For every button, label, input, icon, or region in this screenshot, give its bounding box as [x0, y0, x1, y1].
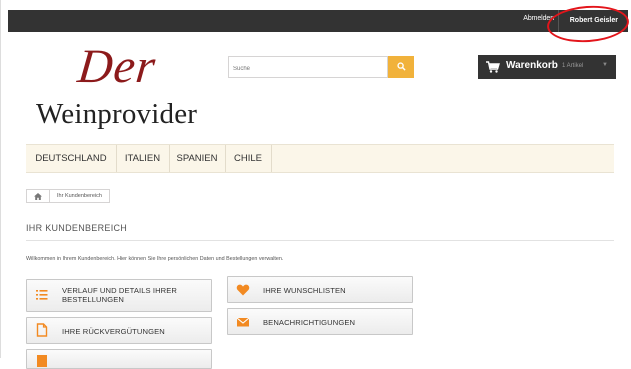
list-icon [36, 290, 48, 300]
logo-text-weinprovider: Weinprovider [36, 98, 198, 130]
search-input[interactable] [229, 59, 387, 79]
cart-count: 1 Artikel [562, 63, 584, 69]
nav-item-chile[interactable]: CHILE [225, 145, 271, 172]
wishlists-label: IHRE WUNSCHLISTEN [263, 286, 346, 295]
home-icon [34, 192, 42, 200]
cart-label: Warenkorb [506, 60, 558, 71]
chevron-down-icon: ▼ [602, 62, 608, 68]
main-nav: DEUTSCHLAND ITALIEN SPANIEN CHILE [26, 144, 614, 173]
notifications-button[interactable]: BENACHRICHTIGUNGEN [227, 308, 413, 335]
site-logo[interactable]: Der Weinprovider [26, 37, 197, 131]
search-box [228, 56, 388, 79]
nav-divider [271, 145, 272, 172]
order-history-button[interactable]: VERLAUF UND DETAILS IHRER BESTELLUNGEN [26, 279, 212, 312]
nav-item-italien[interactable]: ITALIEN [116, 145, 169, 172]
wishlists-button[interactable]: IHRE WUNSCHLISTEN [227, 276, 413, 303]
breadcrumb-home-link[interactable] [27, 190, 50, 202]
heading-divider [26, 240, 614, 241]
search-icon [396, 62, 406, 71]
top-bar: Abmelden Robert Geisler [8, 10, 628, 32]
search-button[interactable] [388, 56, 414, 78]
order-history-label-line2: BESTELLUNGEN [62, 295, 124, 304]
page-title: IHR KUNDENBEREICH [26, 223, 128, 233]
intro-text: Willkommen in Ihrem Kundenbereich. Hier … [26, 256, 284, 262]
nav-item-deutschland[interactable]: DEUTSCHLAND [26, 145, 116, 172]
breadcrumb-current: Ihr Kundenbereich [57, 193, 102, 199]
refunds-label: IHRE RÜCKVERGÜTUNGEN [62, 327, 165, 336]
envelope-icon [236, 317, 250, 327]
order-history-label-line1: VERLAUF UND DETAILS IHRER [62, 286, 178, 295]
breadcrumb: Ihr Kundenbereich [26, 189, 110, 203]
cart-button[interactable]: Warenkorb 1 Artikel ▼ [478, 55, 616, 79]
heart-icon [236, 284, 250, 296]
more-account-button[interactable] [26, 349, 212, 369]
logo-text-der: Der [75, 40, 159, 93]
notifications-label: BENACHRICHTIGUNGEN [263, 318, 356, 327]
refunds-button[interactable]: IHRE RÜCKVERGÜTUNGEN [26, 317, 212, 344]
nav-item-spanien[interactable]: SPANIEN [169, 145, 225, 172]
file-icon [37, 355, 47, 367]
document-icon [36, 323, 48, 337]
cart-icon [486, 61, 500, 73]
